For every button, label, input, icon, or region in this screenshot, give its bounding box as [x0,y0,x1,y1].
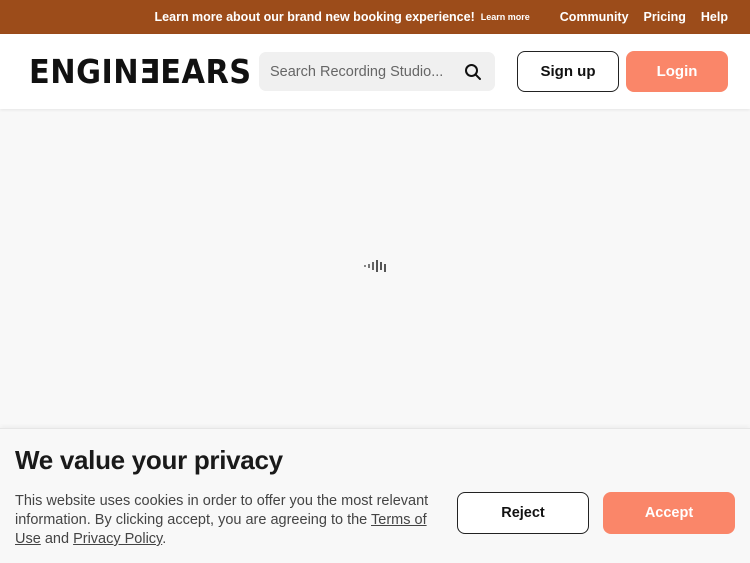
cookie-consent-banner: We value your privacy This website uses … [0,428,750,563]
search-input[interactable] [270,63,452,80]
site-header: ENGINEEARS Sign up Login [0,34,750,109]
nav-community-link[interactable]: Community [560,10,629,24]
reject-cookies-button[interactable]: Reject [457,492,589,534]
loading-bars-icon [364,260,386,272]
privacy-policy-link[interactable]: Privacy Policy [73,531,162,547]
cookie-description: This website uses cookies in order to of… [15,492,455,549]
logo-text-start: ENGIN [29,51,140,91]
cookie-end-punctuation: . [162,531,167,547]
login-button[interactable]: Login [626,51,728,92]
engineears-logo[interactable]: ENGIN E EARS [29,51,251,91]
accept-cookies-button[interactable]: Accept [603,492,735,534]
cookie-title: We value your privacy [15,445,283,475]
learn-more-link[interactable]: Learn more [481,12,530,22]
nav-pricing-link[interactable]: Pricing [644,10,686,24]
logo-text-end: EARS [160,51,252,91]
promo-bar: Learn more about our brand new booking e… [0,0,750,34]
search-icon[interactable] [463,62,483,82]
logo-mirrored-e: E [139,51,161,91]
studio-search [259,52,495,91]
cookie-conjunction: and [44,531,70,547]
nav-help-link[interactable]: Help [701,10,728,24]
sign-up-button[interactable]: Sign up [517,51,619,92]
promo-message: Learn more about our brand new booking e… [154,10,475,24]
cookie-text: This website uses cookies in order to of… [15,493,429,528]
